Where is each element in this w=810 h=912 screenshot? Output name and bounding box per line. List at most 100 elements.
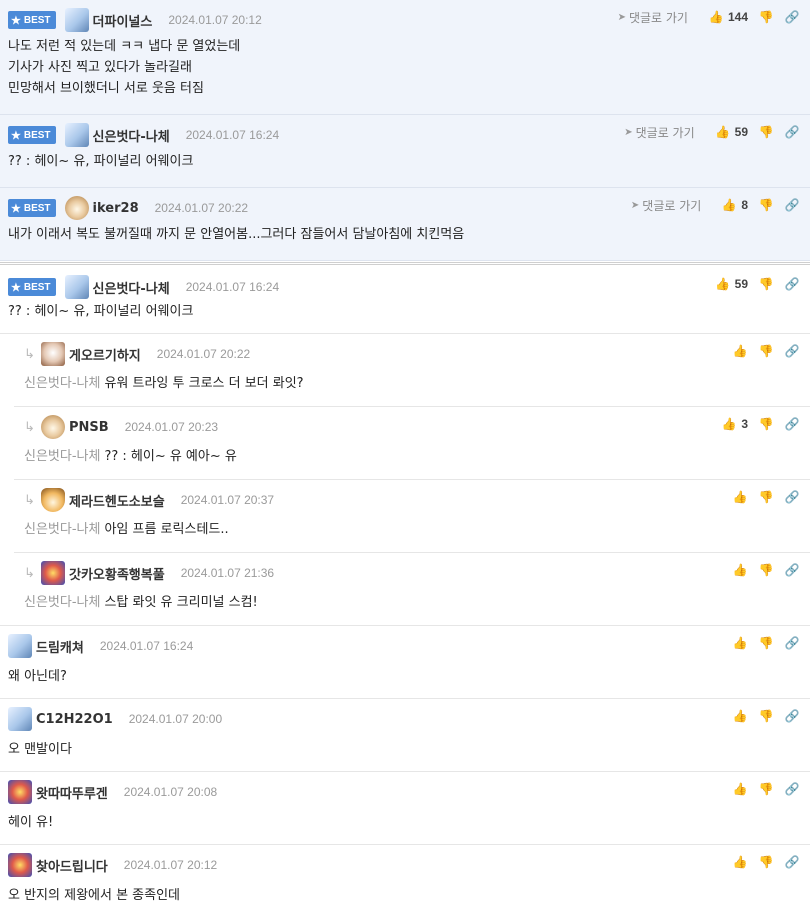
comment-line: 기사가 사진 찍고 있다가 놀라길래 bbox=[8, 60, 192, 75]
link-icon[interactable]: 🔗 bbox=[784, 10, 800, 24]
thumbs-down-icon[interactable]: 👎 bbox=[758, 782, 774, 796]
link-icon[interactable]: 🔗 bbox=[784, 709, 800, 723]
avatar[interactable] bbox=[41, 561, 65, 585]
comment-actions: 👍 👎 🔗 bbox=[726, 853, 800, 871]
comment-header: ★ BEST 더파이널스 2024.01.07 20:12 bbox=[8, 8, 262, 32]
nickname[interactable]: 신은벗다-나체 bbox=[93, 278, 170, 297]
link-icon[interactable]: 🔗 bbox=[784, 198, 800, 212]
link-icon[interactable]: 🔗 bbox=[784, 563, 800, 577]
avatar[interactable] bbox=[8, 707, 32, 731]
thumbs-down-icon[interactable]: 👎 bbox=[758, 198, 774, 212]
best-badge: ★ BEST bbox=[8, 278, 56, 296]
comment-list: ★ BEST 더파이널스 2024.01.07 20:12 ➤ 댓글로 가기 👍 144 👎 🔗 나… bbox=[0, 0, 810, 912]
comment-actions: 👍 👎 🔗 bbox=[726, 342, 800, 360]
nickname[interactable]: C12H22O1 bbox=[36, 712, 113, 727]
comment-date: 2024.01.07 16:24 bbox=[185, 128, 280, 142]
nickname[interactable]: 신은벗다-나체 bbox=[93, 126, 170, 145]
comment-date: 2024.01.07 16:24 bbox=[185, 280, 280, 294]
avatar[interactable] bbox=[64, 196, 89, 220]
thumbs-down-icon[interactable]: 👎 bbox=[758, 490, 774, 504]
thumbs-up-icon: 👍 bbox=[721, 417, 737, 431]
nickname[interactable]: PNSB bbox=[69, 420, 109, 435]
avatar[interactable] bbox=[64, 275, 89, 299]
comment-date: 2024.01.07 20:00 bbox=[128, 712, 223, 726]
like-button[interactable]: 👍 3 bbox=[721, 417, 748, 431]
goto-comment-link[interactable]: ➤ 댓글로 가기 bbox=[624, 124, 694, 141]
thumbs-up-icon: 👍 bbox=[721, 198, 737, 212]
send-arrow-icon: ➤ bbox=[624, 126, 633, 138]
link-icon[interactable]: 🔗 bbox=[784, 125, 800, 139]
like-button[interactable]: 👍 bbox=[732, 855, 748, 869]
comment-item: 드림캐쳐 2024.01.07 16:24 👍 👎 🔗 왜 아닌데? bbox=[0, 626, 810, 699]
link-icon[interactable]: 🔗 bbox=[784, 636, 800, 650]
best-label: BEST bbox=[23, 129, 51, 141]
link-icon[interactable]: 🔗 bbox=[784, 782, 800, 796]
comment-actions: 👍 59 👎 🔗 bbox=[709, 275, 800, 293]
like-button[interactable]: 👍 bbox=[732, 563, 748, 577]
avatar[interactable] bbox=[8, 634, 32, 658]
best-comment: ★ BEST 신은벗다-나체 2024.01.07 16:24 ➤ 댓글로 가기 👍 59 👎 🔗… bbox=[0, 115, 810, 188]
thumbs-down-icon[interactable]: 👎 bbox=[758, 563, 774, 577]
like-button[interactable]: 👍 bbox=[732, 709, 748, 723]
comment-date: 2024.01.07 21:36 bbox=[180, 566, 275, 580]
like-button[interactable]: 👍 bbox=[732, 344, 748, 358]
nickname[interactable]: 더파이널스 bbox=[93, 11, 153, 30]
thumbs-down-icon[interactable]: 👎 bbox=[758, 344, 774, 358]
comment-line: 내가 이래서 복도 불꺼질때 까지 문 안열어봄...그러다 잠들어서 담날아침… bbox=[8, 227, 465, 242]
nickname[interactable]: 갓카오황족행복풀 bbox=[69, 564, 165, 583]
comment-actions: 👍 👎 🔗 bbox=[726, 707, 800, 725]
like-button[interactable]: 👍 59 bbox=[715, 125, 748, 139]
comment-text: 왜 아닌데? bbox=[8, 669, 67, 684]
reply-text: 유워 트라잉 투 크로스 더 보더 롸잇? bbox=[104, 376, 304, 391]
avatar[interactable] bbox=[41, 342, 65, 366]
like-button[interactable]: 👍 144 bbox=[708, 10, 748, 24]
nickname[interactable]: 게오르기하지 bbox=[69, 345, 141, 364]
best-badge: ★ BEST bbox=[8, 11, 56, 29]
thumbs-up-icon: 👍 bbox=[715, 125, 731, 139]
nickname[interactable]: 제라드헨도소보슬 bbox=[69, 491, 165, 510]
comment-actions: ➤ 댓글로 가기 👍 144 👎 🔗 bbox=[618, 8, 800, 26]
thumbs-down-icon[interactable]: 👎 bbox=[758, 125, 774, 139]
link-icon[interactable]: 🔗 bbox=[784, 855, 800, 869]
like-button[interactable]: 👍 59 bbox=[715, 277, 748, 291]
goto-comment-link[interactable]: ➤ 댓글로 가기 bbox=[631, 197, 701, 214]
avatar[interactable] bbox=[41, 415, 65, 439]
thumbs-down-icon[interactable]: 👎 bbox=[758, 10, 774, 24]
avatar[interactable] bbox=[8, 853, 32, 877]
reply-to-nickname[interactable]: 신은벗다-나체 bbox=[24, 522, 100, 537]
avatar[interactable] bbox=[64, 8, 89, 32]
thumbs-up-icon: 👍 bbox=[732, 563, 748, 577]
thumbs-down-icon[interactable]: 👎 bbox=[758, 417, 774, 431]
link-icon[interactable]: 🔗 bbox=[784, 277, 800, 291]
comment-date: 2024.01.07 20:22 bbox=[154, 201, 249, 215]
nickname[interactable]: 왓따따뚜루겐 bbox=[36, 783, 108, 802]
nickname[interactable]: iker28 bbox=[93, 201, 139, 216]
nickname[interactable]: 찾아드립니다 bbox=[36, 856, 108, 875]
thumbs-up-icon: 👍 bbox=[732, 490, 748, 504]
reply-to-nickname[interactable]: 신은벗다-나체 bbox=[24, 449, 100, 464]
comment-header: 드림캐쳐 2024.01.07 16:24 bbox=[8, 634, 193, 658]
goto-comment-link[interactable]: ➤ 댓글로 가기 bbox=[618, 9, 688, 26]
reply-to-nickname[interactable]: 신은벗다-나체 bbox=[24, 376, 100, 391]
section-divider bbox=[0, 262, 810, 265]
link-icon[interactable]: 🔗 bbox=[784, 344, 800, 358]
like-button[interactable]: 👍 bbox=[732, 490, 748, 504]
reply-item: ↳ 갓카오황족행복풀 2024.01.07 21:36 👍 👎 🔗 신은벗다-나체 스탑 롸잇… bbox=[0, 553, 810, 626]
reply-to-nickname[interactable]: 신은벗다-나체 bbox=[24, 595, 100, 610]
avatar[interactable] bbox=[41, 488, 65, 512]
reply-text: ?? : 헤이~ 유 예아~ 유 bbox=[104, 449, 237, 464]
link-icon[interactable]: 🔗 bbox=[784, 417, 800, 431]
link-icon[interactable]: 🔗 bbox=[784, 490, 800, 504]
thumbs-down-icon[interactable]: 👎 bbox=[758, 277, 774, 291]
thumbs-down-icon[interactable]: 👎 bbox=[758, 636, 774, 650]
avatar[interactable] bbox=[8, 780, 32, 804]
comment-actions: 👍 👎 🔗 bbox=[726, 780, 800, 798]
thumbs-down-icon[interactable]: 👎 bbox=[758, 709, 774, 723]
nickname[interactable]: 드림캐쳐 bbox=[36, 637, 84, 656]
like-button[interactable]: 👍 8 bbox=[721, 198, 748, 212]
like-button[interactable]: 👍 bbox=[732, 636, 748, 650]
reply-arrow-icon: ↳ bbox=[24, 492, 35, 508]
like-button[interactable]: 👍 bbox=[732, 782, 748, 796]
thumbs-down-icon[interactable]: 👎 bbox=[758, 855, 774, 869]
avatar[interactable] bbox=[64, 123, 89, 147]
